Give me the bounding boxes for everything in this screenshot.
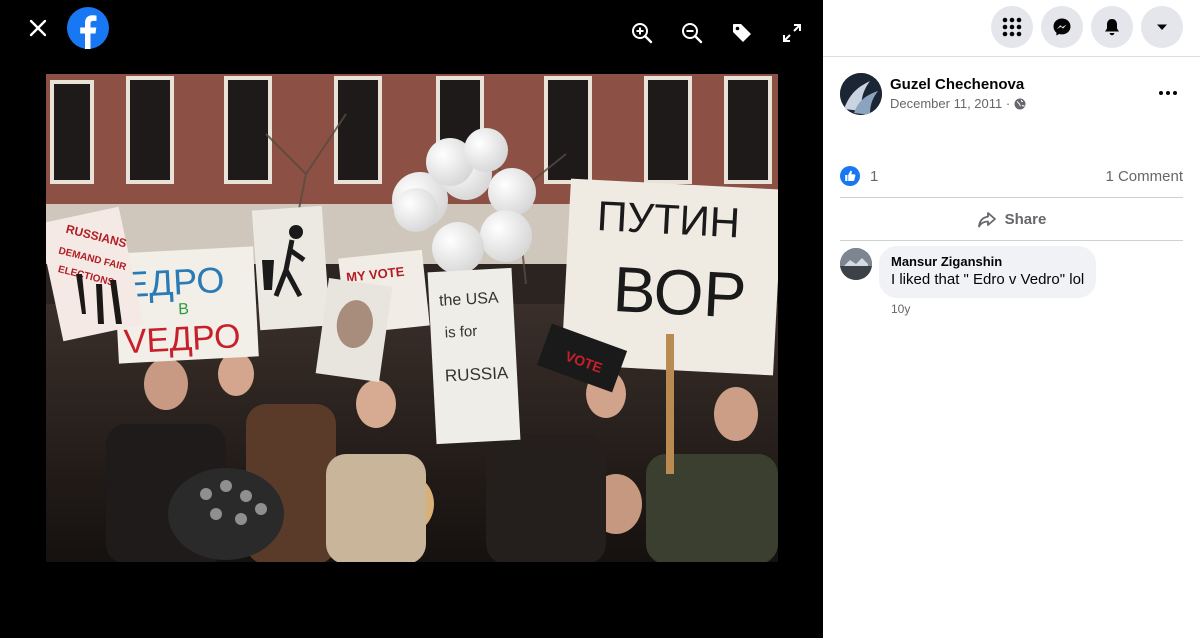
comment-timestamp[interactable]: 10y bbox=[891, 302, 1096, 316]
menu-grid-icon bbox=[1002, 17, 1022, 37]
close-button[interactable] bbox=[24, 14, 52, 42]
messenger-button[interactable] bbox=[1041, 6, 1083, 48]
sign-usa: the USA is for RUSSIA bbox=[427, 267, 521, 445]
sign-usa-line3: RUSSIA bbox=[445, 363, 510, 385]
zoom-in-icon bbox=[632, 23, 653, 44]
zoom-in-button[interactable] bbox=[629, 20, 655, 46]
comment-item: Mansur Ziganshin I liked that " Edro v V… bbox=[840, 246, 1097, 316]
commenter-avatar[interactable] bbox=[840, 248, 872, 280]
comment-author[interactable]: Mansur Ziganshin bbox=[891, 254, 1084, 270]
account-chevron-icon bbox=[1157, 24, 1167, 30]
notifications-bell-icon bbox=[1105, 19, 1119, 36]
tag-icon bbox=[733, 24, 751, 42]
sign-edro-line2: В bbox=[178, 301, 190, 319]
fullscreen-button[interactable] bbox=[779, 20, 805, 46]
post-panel: Guzel Chechenova December 11, 2011 · 1 1… bbox=[823, 0, 1200, 638]
reaction-bar: 1 1 Comment bbox=[840, 164, 1183, 188]
globe-icon bbox=[1014, 98, 1026, 110]
like-reaction-icon[interactable] bbox=[840, 166, 860, 186]
sign-edro-line1: ЕДРО bbox=[124, 259, 226, 305]
share-label: Share bbox=[1004, 210, 1047, 228]
post-options-button[interactable] bbox=[1156, 84, 1180, 102]
sign-putin-line1: ПУТИН bbox=[596, 192, 741, 246]
close-icon bbox=[29, 19, 47, 37]
sign-putin-line2: ВОР bbox=[611, 253, 748, 332]
menu-button[interactable] bbox=[991, 6, 1033, 48]
share-button[interactable]: Share bbox=[840, 201, 1183, 237]
zoom-out-icon bbox=[682, 23, 703, 44]
photo-viewer: ПУТИН ВОР ЕДРО В VЕДРО RUSSIANS DEMAND F… bbox=[0, 0, 823, 638]
tag-photo-button[interactable] bbox=[729, 20, 755, 46]
messenger-icon bbox=[1053, 18, 1071, 36]
post-date[interactable]: December 11, 2011 · bbox=[890, 95, 1010, 113]
share-icon bbox=[977, 212, 996, 228]
post-author-header: Guzel Chechenova December 11, 2011 · bbox=[840, 73, 1026, 115]
top-bar bbox=[823, 0, 1200, 57]
sign-usa-line2: is for bbox=[444, 323, 477, 342]
like-count[interactable]: 1 bbox=[870, 168, 878, 185]
sign-usa-line1: the USA bbox=[439, 290, 500, 310]
comment-count-link[interactable]: 1 Comment bbox=[1105, 168, 1183, 185]
account-menu-button[interactable] bbox=[1141, 6, 1183, 48]
author-name[interactable]: Guzel Chechenova bbox=[890, 75, 1026, 95]
divider bbox=[840, 240, 1183, 241]
notifications-button[interactable] bbox=[1091, 6, 1133, 48]
protest-photo: ПУТИН ВОР ЕДРО В VЕДРО RUSSIANS DEMAND F… bbox=[46, 74, 778, 562]
author-avatar[interactable] bbox=[840, 73, 882, 115]
zoom-out-button[interactable] bbox=[679, 20, 705, 46]
comment-text: I liked that " Edro v Vedro" lol bbox=[891, 271, 1085, 288]
comment-bubble: Mansur Ziganshin I liked that " Edro v V… bbox=[879, 246, 1097, 298]
fullscreen-icon bbox=[783, 24, 801, 42]
divider bbox=[840, 197, 1183, 198]
more-dots-icon bbox=[1159, 91, 1163, 95]
facebook-logo-icon[interactable] bbox=[66, 6, 110, 50]
viewer-toolbar bbox=[629, 20, 805, 46]
